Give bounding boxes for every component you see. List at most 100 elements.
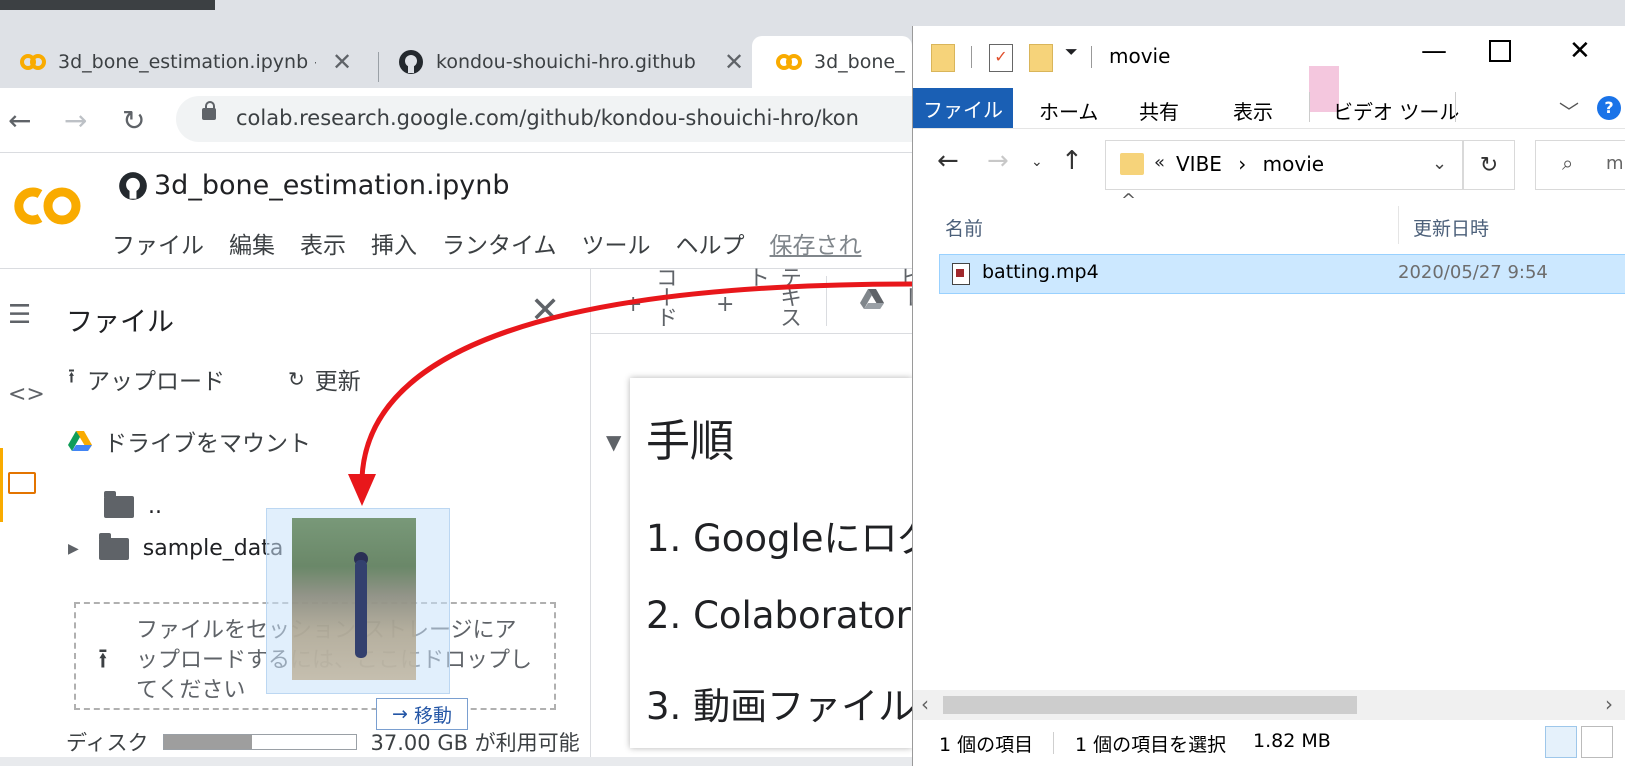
ribbon-tab-video-tools[interactable]: ビデオ ツール xyxy=(1333,96,1459,125)
upload-button[interactable]: ⭱ アップロード xyxy=(68,362,225,396)
file-date: 2020/05/27 9:54 xyxy=(1398,262,1548,283)
close-window-icon[interactable]: ✕ xyxy=(1569,36,1591,66)
parent-dir-row[interactable]: .. xyxy=(104,490,162,519)
recent-locations-icon[interactable]: ⌄ xyxy=(1031,154,1043,170)
window-top-strip xyxy=(0,0,1625,12)
search-box[interactable]: ⌕ m xyxy=(1535,140,1625,190)
folder-icon xyxy=(98,532,129,560)
menu-tools[interactable]: ツール xyxy=(582,226,651,260)
breadcrumb-item[interactable]: movie xyxy=(1263,152,1324,176)
scroll-right-icon[interactable]: › xyxy=(1605,692,1613,716)
explorer-navbar: ← → ⌄ ↑ « VIBE › movie ⌄ ↻ ⌕ m xyxy=(913,128,1625,198)
menu-edit[interactable]: 編集 xyxy=(229,226,275,260)
tab-github[interactable]: kondou-shouichi-hro.github ✕ xyxy=(398,42,744,82)
divider xyxy=(826,276,827,326)
lock-icon xyxy=(202,101,216,120)
tree-item-sample-data[interactable]: ▶ sample_data xyxy=(68,532,283,561)
item-count: 1 個の項目 xyxy=(939,734,1034,756)
ribbon-tab-home[interactable]: ホーム xyxy=(1039,96,1098,125)
ribbon-tabs: ファイル ホーム 共有 表示 ビデオ ツール ﹀ ? xyxy=(913,66,1625,129)
ribbon-expand-icon[interactable]: ﹀ xyxy=(1559,96,1579,125)
up-icon[interactable]: ↑ xyxy=(1061,146,1083,176)
breadcrumb: VIBE › movie xyxy=(1176,152,1324,176)
maximize-icon[interactable] xyxy=(1489,40,1511,62)
parent-dir-label: .. xyxy=(148,494,162,519)
refresh-icon[interactable]: ↻ xyxy=(1463,140,1515,190)
menu-file[interactable]: ファイル xyxy=(112,226,204,260)
file-name: batting.mp4 xyxy=(982,261,1099,283)
add-code-icon[interactable]: + xyxy=(624,292,642,317)
code-snippets-icon[interactable]: <> xyxy=(8,382,45,407)
ribbon-tab-share[interactable]: 共有 xyxy=(1139,96,1179,125)
files-panel-title: ファイル xyxy=(66,307,174,338)
tab-colab-1[interactable]: 3d_bone_estimation.ipynb - ✕ xyxy=(20,42,352,82)
cell-list-item: 1. Googleにログ xyxy=(646,517,935,560)
collapse-section-icon[interactable]: ▼ xyxy=(606,430,621,454)
add-text-button[interactable]: テキスト xyxy=(740,266,804,338)
file-row[interactable]: batting.mp4 2020/05/27 9:54 xyxy=(939,254,1625,294)
url-text: colab.research.google.com/github/kondou-… xyxy=(236,106,859,130)
tab-title: 3d_bone_estimation.ipynb - xyxy=(58,51,316,73)
forward-icon[interactable]: → xyxy=(987,146,1009,176)
back-icon[interactable]: ← xyxy=(8,104,31,137)
details-view-icon[interactable] xyxy=(1545,726,1577,758)
menu-help[interactable]: ヘルプ xyxy=(676,226,745,260)
video-thumbnail xyxy=(292,518,416,680)
help-icon[interactable]: ? xyxy=(1597,96,1621,120)
ribbon-tab-file[interactable]: ファイル xyxy=(913,88,1013,128)
mount-drive-button[interactable]: ドライブをマウント xyxy=(68,424,311,458)
horizontal-scrollbar[interactable]: ‹ › xyxy=(913,690,1625,720)
refresh-button[interactable]: ↻ 更新 xyxy=(288,362,361,396)
colab-icon xyxy=(20,49,46,75)
minimize-icon[interactable]: — xyxy=(1421,36,1447,66)
chevron-right-icon: › xyxy=(1238,152,1247,176)
google-drive-icon xyxy=(68,431,92,451)
save-status-link[interactable]: 保存され xyxy=(770,226,862,260)
scroll-left-icon[interactable]: ‹ xyxy=(921,692,929,716)
column-name[interactable]: 名前 xyxy=(945,214,983,241)
address-bar[interactable]: colab.research.google.com/github/kondou-… xyxy=(176,96,936,142)
menu-view[interactable]: 表示 xyxy=(300,226,346,260)
file-explorer-window: ✓ ⏷ movie — ✕ ファイル ホーム 共有 表示 ビデオ ツール ﹀ ?… xyxy=(912,26,1625,766)
horizontal-scrollbar[interactable] xyxy=(0,757,912,766)
properties-icon[interactable]: ✓ xyxy=(989,44,1013,72)
quick-access-dropdown-icon[interactable]: ⏷ xyxy=(1065,42,1078,62)
notebook-title[interactable]: 3d_bone_estimation.ipynb xyxy=(118,170,509,201)
disk-label: ディスク xyxy=(66,731,149,755)
large-icons-view-icon[interactable] xyxy=(1581,726,1613,758)
toc-icon[interactable]: ☰ xyxy=(8,300,31,330)
separator xyxy=(1309,92,1310,122)
github-icon xyxy=(398,49,424,75)
back-icon[interactable]: ← xyxy=(937,146,959,176)
close-panel-icon[interactable]: ✕ xyxy=(530,290,560,331)
close-tab-icon[interactable]: ✕ xyxy=(332,48,352,76)
forward-icon[interactable]: → xyxy=(64,104,87,137)
overflow-chevron-icon[interactable]: « xyxy=(1154,152,1165,173)
search-icon: ⌕ xyxy=(1562,151,1574,175)
close-tab-icon[interactable]: ✕ xyxy=(724,48,744,76)
chevron-down-icon[interactable]: ⌄ xyxy=(1432,153,1447,174)
colab-logo[interactable] xyxy=(10,186,86,226)
expand-icon[interactable]: ▶ xyxy=(68,541,79,557)
upload-icon: ⭱ xyxy=(68,364,75,388)
disk-usage: ディスク 37.00 GB が利用可能 xyxy=(66,727,580,757)
folder-icon[interactable] xyxy=(8,472,36,494)
breadcrumb-item[interactable]: VIBE xyxy=(1176,152,1222,176)
drag-move-tooltip: → 移動 xyxy=(376,698,468,730)
video-file-icon xyxy=(952,263,970,285)
address-bar[interactable]: « VIBE › movie ⌄ xyxy=(1105,140,1463,190)
column-date-modified[interactable]: 更新日時 xyxy=(1413,214,1489,241)
ribbon-tab-view[interactable]: 表示 xyxy=(1233,96,1273,125)
scrollbar-thumb[interactable] xyxy=(943,696,1357,714)
new-folder-icon[interactable] xyxy=(1029,44,1053,72)
tab-colab-2[interactable]: 3d_bone_ xyxy=(776,42,914,82)
menu-insert[interactable]: 挿入 xyxy=(371,226,417,260)
rail-active-indicator xyxy=(0,448,3,522)
refresh-icon: ↻ xyxy=(288,367,305,391)
add-code-button[interactable]: コード xyxy=(648,266,680,338)
upload-icon: ⭱ xyxy=(98,642,108,675)
reload-icon[interactable]: ↻ xyxy=(122,104,145,137)
add-text-icon[interactable]: + xyxy=(716,292,734,317)
cell-list-item: 2. Colaboratory xyxy=(646,594,933,637)
menu-runtime[interactable]: ランタイム xyxy=(442,226,557,260)
